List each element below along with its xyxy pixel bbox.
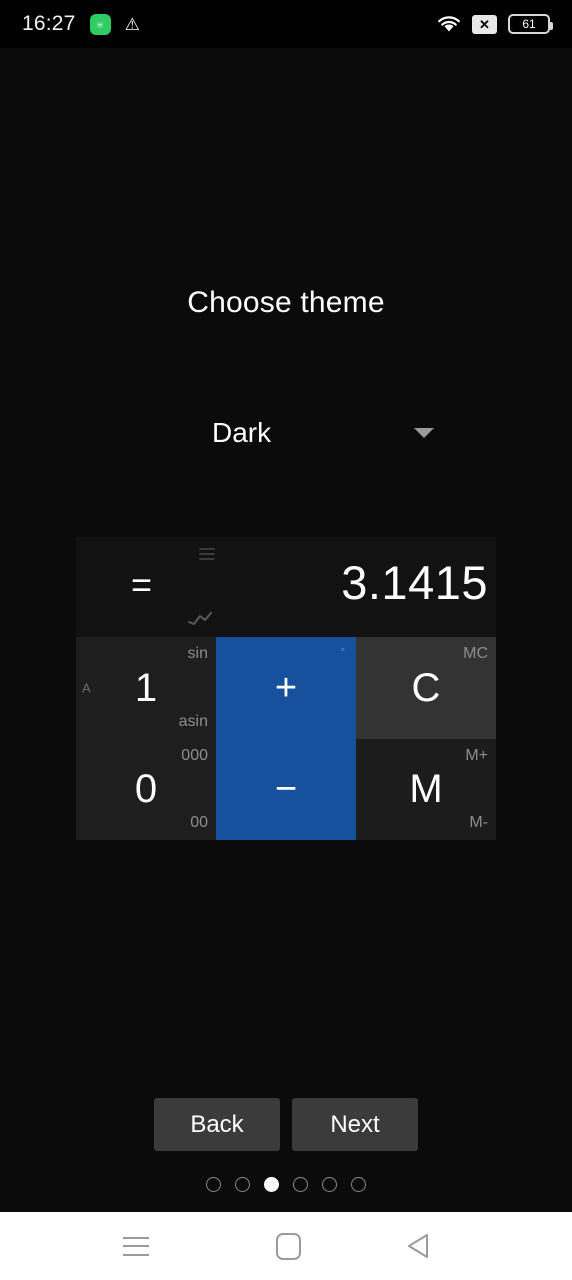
preview-equals-sign: = <box>131 564 153 605</box>
page-indicator <box>0 1177 572 1192</box>
preview-keypad: A sin 1 asin ° + MC C 000 0 00 − M+ M M- <box>76 637 496 840</box>
key-one[interactable]: A sin 1 asin <box>76 637 216 739</box>
key-memory-bottom-label: M- <box>469 814 488 831</box>
app-icon: ♅ <box>89 13 111 35</box>
page-dot-2[interactable] <box>235 1177 250 1192</box>
page-dot-6[interactable] <box>351 1177 366 1192</box>
wizard-navigation: Back Next <box>0 1098 572 1151</box>
chart-trend-icon <box>188 612 212 631</box>
status-bar-right: ✕ 61 <box>437 14 553 34</box>
home-icon[interactable] <box>275 1232 301 1260</box>
page-dot-4[interactable] <box>293 1177 308 1192</box>
recents-icon[interactable] <box>123 1236 150 1256</box>
page-title: Choose theme <box>187 286 385 319</box>
status-bar: 16:27 ♅ ⚠ ✕ 61 <box>0 0 572 48</box>
menu-icon <box>199 548 215 560</box>
status-time: 16:27 <box>22 12 76 35</box>
theme-dropdown[interactable]: Dark <box>192 410 442 456</box>
preview-display: = 3.1415 <box>76 537 496 637</box>
app-icon-glyph: ♅ <box>95 16 105 32</box>
warning-triangle-icon: ⚠ <box>124 14 140 34</box>
key-minus-label: − <box>274 768 298 810</box>
preview-display-value: 3.1415 <box>341 556 488 609</box>
calculator-theme-preview: = 3.1415 A sin 1 asin ° + MC C 000 0 00 … <box>76 537 496 840</box>
page-dot-3[interactable] <box>264 1177 279 1192</box>
key-clear[interactable]: MC C <box>356 637 496 739</box>
no-sim-icon: ✕ <box>472 14 497 34</box>
key-clear-label: C <box>411 665 441 710</box>
next-button[interactable]: Next <box>292 1098 418 1151</box>
battery-level-label: 61 <box>522 17 536 31</box>
theme-dropdown-value: Dark <box>212 417 272 448</box>
system-navigation-bar <box>0 1212 572 1280</box>
key-plus[interactable]: ° + <box>216 637 356 739</box>
wifi-icon <box>437 15 461 33</box>
status-bar-left: 16:27 ♅ ⚠ <box>22 12 140 36</box>
battery-indicator: 61 <box>508 14 553 34</box>
page-dot-5[interactable] <box>322 1177 337 1192</box>
key-one-bottom-label: asin <box>178 713 208 730</box>
back-icon[interactable] <box>407 1233 449 1259</box>
key-plus-label: + <box>274 666 298 709</box>
key-memory[interactable]: M+ M M- <box>356 739 496 840</box>
key-zero-bottom-label: 00 <box>190 814 208 831</box>
back-button[interactable]: Back <box>154 1098 280 1151</box>
key-zero[interactable]: 000 0 00 <box>76 739 216 840</box>
phone-screen: 16:27 ♅ ⚠ ✕ 61 Choose theme Dark = 3.141… <box>0 0 572 1280</box>
chevron-down-icon <box>414 428 434 438</box>
key-minus[interactable]: − <box>216 739 356 840</box>
page-dot-1[interactable] <box>206 1177 221 1192</box>
